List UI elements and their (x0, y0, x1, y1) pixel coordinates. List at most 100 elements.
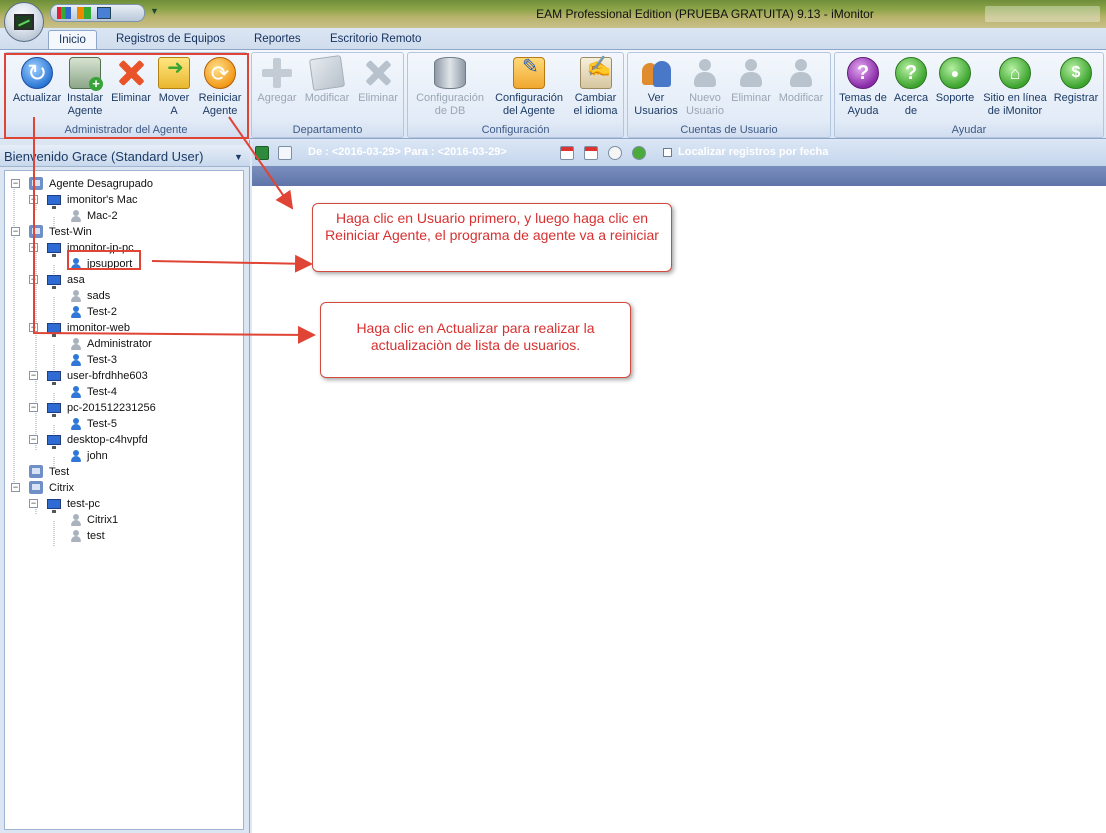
app-logo-icon (14, 14, 34, 30)
help-icon (847, 57, 879, 89)
title-bar: ▼ EAM Professional Edition (PRUEBA GRATU… (0, 0, 1106, 28)
info-icon (895, 57, 927, 89)
collapse-toggle[interactable]: − (29, 243, 38, 252)
collapse-toggle[interactable]: − (11, 227, 20, 236)
user-offline-icon (69, 529, 83, 542)
user-online-icon (69, 353, 83, 366)
panel-header[interactable]: Bienvenido Grace (Standard User) ▼ (0, 145, 250, 167)
edit-icon (308, 54, 346, 92)
group-department: Agregar Modificar Eliminar Departamento (251, 52, 404, 138)
highlight-jpsupport (67, 250, 141, 270)
home-icon (999, 57, 1031, 89)
chevron-down-icon[interactable]: ▼ (234, 152, 243, 162)
ribbon-tabs: Inicio Registros de Equipos Reportes Esc… (0, 28, 1106, 50)
calendar-from-icon[interactable] (560, 146, 574, 160)
highlight-agent-admin (4, 53, 249, 139)
callout-refresh: Haga clic en Actualizar para realizar la… (320, 302, 631, 378)
app-menu-button[interactable] (4, 2, 44, 42)
computer-icon (47, 499, 61, 513)
user-offline-icon (69, 289, 83, 302)
user-delete-icon (735, 57, 767, 89)
records-header-band (252, 166, 1106, 186)
group-label: Ayudar (951, 124, 987, 136)
dept-add-button[interactable]: Agregar (254, 57, 300, 105)
tab-escritorio-remoto[interactable]: Escritorio Remoto (320, 30, 431, 50)
collapse-toggle[interactable]: − (29, 323, 38, 332)
network-icon (29, 465, 43, 478)
network-icon (29, 481, 43, 494)
group-label: Cuentas de Usuario (680, 124, 778, 136)
cart-icon (1060, 57, 1092, 89)
help-topics-button[interactable]: Temas deAyuda (837, 57, 889, 118)
agent-config-icon (513, 57, 545, 89)
website-button[interactable]: Sitio en líneade iMonitor (978, 57, 1052, 118)
network-icon (29, 177, 43, 190)
db-config-button[interactable]: Configuración de DB (410, 57, 490, 118)
view-users-button[interactable]: Ver Usuarios (630, 57, 682, 118)
modify-user-button[interactable]: Modificar (774, 57, 828, 105)
database-icon (434, 57, 466, 89)
collapse-toggle[interactable]: − (11, 179, 20, 188)
delete-icon (362, 57, 394, 89)
language-icon (579, 57, 612, 89)
callout-restart-agent: Haga clic en Usuario primero, y luego ha… (312, 203, 672, 272)
change-language-button[interactable]: Cambiarel idioma (568, 57, 623, 118)
group-label: Configuración (481, 124, 550, 136)
delete-user-button[interactable]: Eliminar (728, 57, 774, 105)
user-icon (689, 57, 721, 89)
collapse-toggle[interactable]: − (29, 275, 38, 284)
computer-icon (47, 371, 61, 385)
computer-icon (47, 435, 61, 449)
agent-panel: Bienvenido Grace (Standard User) ▼ − Age… (0, 140, 250, 833)
image-export-icon[interactable] (278, 146, 292, 160)
group-user-accounts: Ver Usuarios Nuevo Usuario Eliminar Modifi… (627, 52, 831, 138)
computer-icon (47, 323, 61, 337)
support-icon (939, 57, 971, 89)
group-label: Departamento (292, 124, 363, 136)
date-range: De : <2016-03-29> Para : <2016-03-29> (308, 146, 507, 158)
user-online-icon (69, 305, 83, 318)
go-icon[interactable] (632, 146, 646, 160)
excel-export-icon[interactable] (255, 146, 269, 160)
collapse-toggle[interactable]: − (29, 403, 38, 412)
new-user-button[interactable]: Nuevo Usuario (681, 57, 729, 118)
group-configuration: Configuraciónde DB Configuracióndel Agen… (407, 52, 624, 138)
computer-icon (47, 275, 61, 289)
computer-icon (47, 243, 61, 257)
user-online-icon (69, 449, 83, 462)
user-edit-icon (785, 57, 817, 89)
welcome-text: Bienvenido Grace (Standard User) (4, 149, 204, 164)
locate-by-date-label: Localizar registros por fecha (678, 146, 829, 158)
user-offline-icon (69, 209, 83, 222)
tab-registros[interactable]: Registros de Equipos (106, 30, 235, 50)
tab-reportes[interactable]: Reportes (244, 30, 311, 50)
dept-delete-button[interactable]: Eliminar (354, 57, 402, 105)
window-title: EAM Professional Edition (PRUEBA GRATUIT… (536, 7, 874, 21)
support-button[interactable]: Soporte (932, 57, 978, 105)
computer-icon (47, 403, 61, 417)
group-help: Temas deAyuda Acercade Soporte Sitio en … (834, 52, 1104, 138)
user-offline-icon (69, 513, 83, 526)
user-online-icon (69, 385, 83, 398)
locate-by-date-checkbox[interactable] (663, 148, 672, 157)
window-controls[interactable] (985, 6, 1100, 22)
users-icon (640, 57, 672, 89)
about-button[interactable]: Acercade (890, 57, 932, 118)
date-toolbar: De : <2016-03-29> Para : <2016-03-29> Lo… (252, 140, 1106, 166)
tab-inicio[interactable]: Inicio (48, 30, 97, 50)
collapse-toggle[interactable]: − (29, 371, 38, 380)
register-button[interactable]: Registrar (1050, 57, 1102, 105)
agent-config-button[interactable]: Configuracióndel Agente (490, 57, 568, 118)
user-online-icon (69, 417, 83, 430)
network-icon (29, 225, 43, 238)
computer-icon (47, 195, 61, 209)
user-offline-icon (69, 337, 83, 350)
plus-icon (261, 57, 293, 89)
collapse-toggle[interactable]: − (29, 195, 38, 204)
dept-modify-button[interactable]: Modificar (301, 54, 353, 105)
collapse-toggle[interactable]: − (29, 499, 38, 508)
collapse-toggle[interactable]: − (29, 435, 38, 444)
calendar-to-icon[interactable] (584, 146, 598, 160)
collapse-toggle[interactable]: − (11, 483, 20, 492)
clock-icon[interactable] (608, 146, 622, 160)
